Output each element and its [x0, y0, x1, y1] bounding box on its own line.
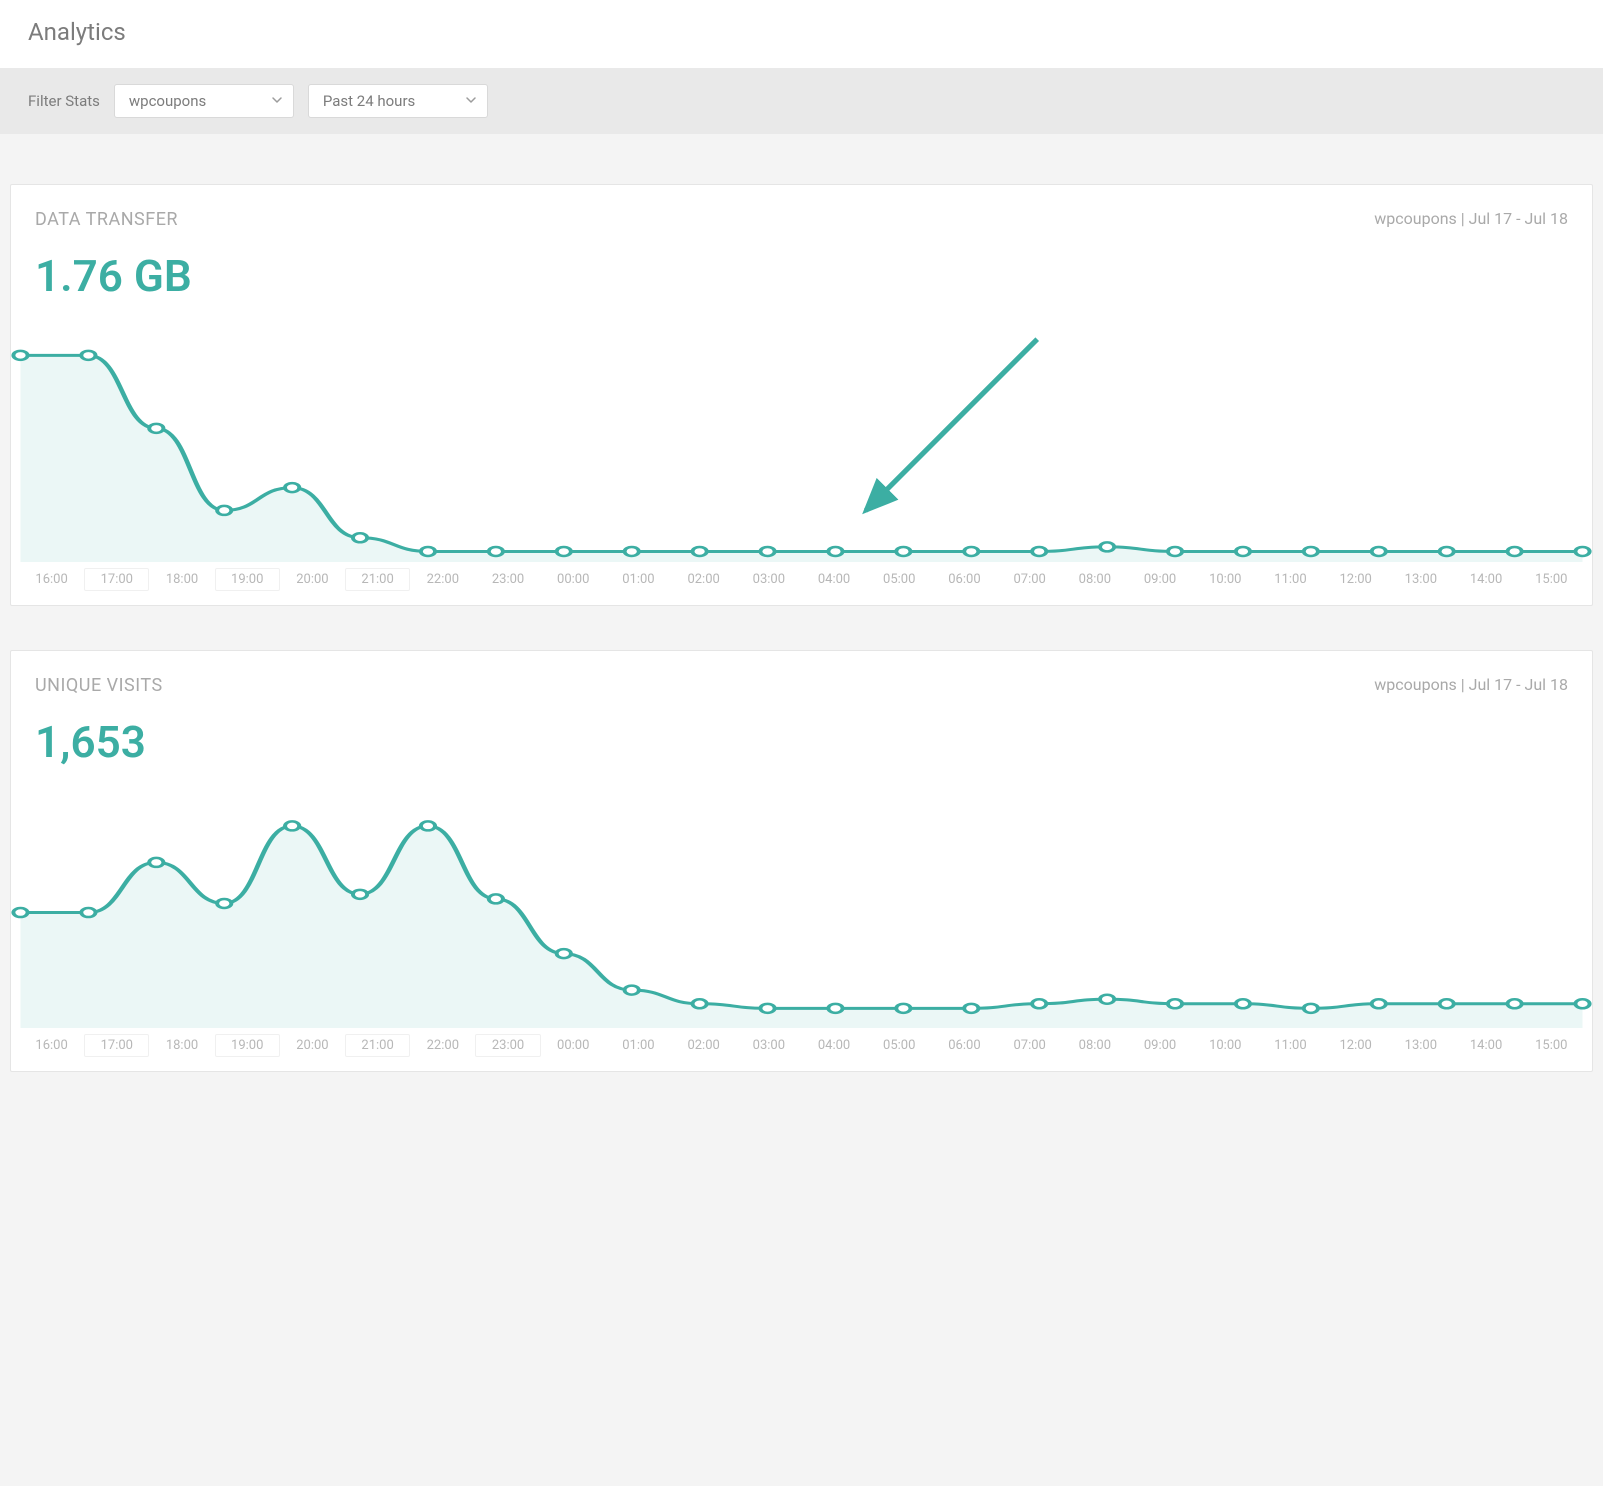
x-tick: 20:00	[280, 1034, 345, 1057]
x-tick: 08:00	[1062, 568, 1127, 591]
x-tick: 14:00	[1453, 568, 1518, 591]
x-tick: 22:00	[410, 568, 475, 591]
x-tick: 06:00	[932, 568, 997, 591]
x-tick: 07:00	[997, 1034, 1062, 1057]
x-tick: 04:00	[801, 568, 866, 591]
x-tick: 23:00	[475, 1034, 540, 1057]
x-tick: 01:00	[606, 568, 671, 591]
range-select[interactable]: Past 24 hours	[308, 84, 488, 118]
filter-label: Filter Stats	[28, 92, 100, 110]
x-tick: 08:00	[1062, 1034, 1127, 1057]
x-tick: 11:00	[1258, 568, 1323, 591]
x-tick: 18:00	[149, 568, 214, 591]
x-tick: 16:00	[19, 1034, 84, 1057]
x-tick: 13:00	[1388, 568, 1453, 591]
x-tick: 10:00	[1193, 568, 1258, 591]
x-tick: 12:00	[1323, 568, 1388, 591]
site-select[interactable]: wpcoupons	[114, 84, 294, 118]
metric-value: 1.76 GB	[11, 230, 1592, 312]
x-tick: 15:00	[1519, 568, 1584, 591]
x-axis: 16:0017:0018:0019:0020:0021:0022:0023:00…	[11, 562, 1592, 605]
card-subtitle: wpcoupons | Jul 17 - Jul 18	[1374, 209, 1568, 228]
x-tick: 03:00	[736, 568, 801, 591]
x-tick: 19:00	[215, 1034, 280, 1057]
x-tick: 13:00	[1388, 1034, 1453, 1057]
x-tick: 06:00	[932, 1034, 997, 1057]
chart-unique-visits	[11, 788, 1592, 1028]
x-tick: 09:00	[1127, 1034, 1192, 1057]
x-tick: 17:00	[84, 1034, 149, 1057]
x-tick: 23:00	[475, 568, 540, 591]
x-tick: 17:00	[84, 568, 149, 591]
x-tick: 05:00	[867, 1034, 932, 1057]
x-tick: 19:00	[215, 568, 280, 591]
card-subtitle: wpcoupons | Jul 17 - Jul 18	[1374, 675, 1568, 694]
filter-bar: Filter Stats wpcoupons Past 24 hours	[0, 68, 1603, 134]
x-tick: 10:00	[1193, 1034, 1258, 1057]
metric-value: 1,653	[11, 696, 1592, 778]
card-unique-visits: UNIQUE VISITS wpcoupons | Jul 17 - Jul 1…	[10, 650, 1593, 1072]
chevron-down-icon	[271, 92, 283, 110]
x-tick: 02:00	[671, 568, 736, 591]
x-tick: 03:00	[736, 1034, 801, 1057]
x-tick: 12:00	[1323, 1034, 1388, 1057]
card-title: UNIQUE VISITS	[35, 675, 163, 696]
x-axis: 16:0017:0018:0019:0020:0021:0022:0023:00…	[11, 1028, 1592, 1071]
x-tick: 05:00	[867, 568, 932, 591]
x-tick: 21:00	[345, 568, 410, 591]
x-tick: 15:00	[1519, 1034, 1584, 1057]
x-tick: 09:00	[1127, 568, 1192, 591]
x-tick: 01:00	[606, 1034, 671, 1057]
page-title: Analytics	[0, 0, 1603, 68]
card-data-transfer: DATA TRANSFER wpcoupons | Jul 17 - Jul 1…	[10, 184, 1593, 606]
x-tick: 14:00	[1453, 1034, 1518, 1057]
x-tick: 22:00	[410, 1034, 475, 1057]
x-tick: 21:00	[345, 1034, 410, 1057]
x-tick: 04:00	[801, 1034, 866, 1057]
x-tick: 00:00	[541, 1034, 606, 1057]
site-select-value: wpcoupons	[129, 92, 206, 110]
x-tick: 00:00	[541, 568, 606, 591]
x-tick: 02:00	[671, 1034, 736, 1057]
x-tick: 18:00	[149, 1034, 214, 1057]
card-title: DATA TRANSFER	[35, 209, 178, 230]
x-tick: 11:00	[1258, 1034, 1323, 1057]
chevron-down-icon	[465, 92, 477, 110]
x-tick: 20:00	[280, 568, 345, 591]
range-select-value: Past 24 hours	[323, 92, 415, 110]
chart-data-transfer	[11, 322, 1592, 562]
x-tick: 16:00	[19, 568, 84, 591]
x-tick: 07:00	[997, 568, 1062, 591]
